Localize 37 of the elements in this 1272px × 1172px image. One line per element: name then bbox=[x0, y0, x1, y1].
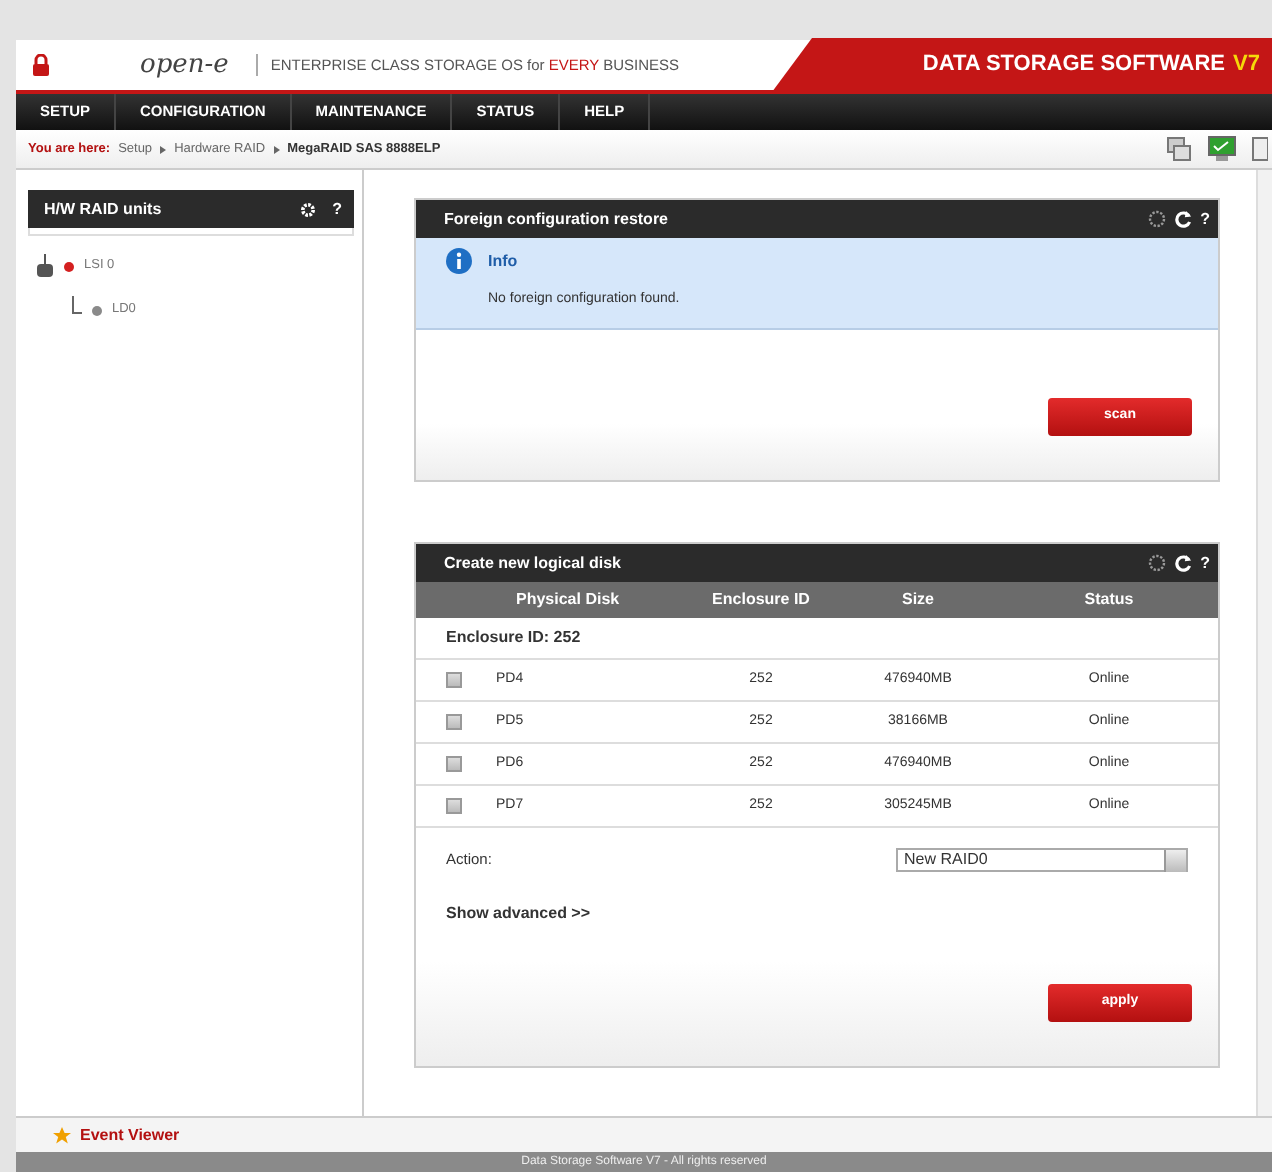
version-label: V7 bbox=[1233, 50, 1260, 81]
settings-icon[interactable] bbox=[300, 201, 317, 217]
event-viewer-link[interactable]: Event Viewer bbox=[80, 1123, 180, 1147]
refresh-icon[interactable] bbox=[1174, 210, 1193, 228]
lock-icon bbox=[32, 54, 50, 76]
scrollbar[interactable] bbox=[1256, 170, 1272, 1116]
refresh-icon[interactable] bbox=[1174, 554, 1193, 572]
tree-connector-icon bbox=[72, 295, 82, 313]
star-icon bbox=[52, 1125, 72, 1145]
separator-icon bbox=[273, 145, 280, 153]
logo: open-e bbox=[140, 47, 229, 84]
controller-icon bbox=[36, 254, 54, 278]
info-icon bbox=[446, 248, 472, 274]
checkbox[interactable] bbox=[446, 714, 462, 730]
checkbox[interactable] bbox=[446, 672, 462, 688]
separator-icon bbox=[160, 145, 167, 153]
column-header: Size bbox=[899, 588, 936, 612]
panel-title: Create new logical disk bbox=[444, 551, 621, 575]
spinner-icon[interactable] bbox=[1148, 554, 1167, 572]
help-icon[interactable]: ? bbox=[332, 197, 342, 221]
group-label: Enclosure ID: 252 bbox=[446, 626, 581, 650]
product-title: DATA STORAGE SOFTWARE bbox=[922, 50, 1226, 81]
help-icon[interactable]: ? bbox=[1200, 210, 1210, 228]
column-header: Enclosure ID bbox=[710, 588, 812, 612]
spinner-icon[interactable] bbox=[1148, 210, 1167, 228]
monitor-icon[interactable] bbox=[1208, 136, 1236, 162]
column-header: Physical Disk bbox=[514, 588, 622, 612]
help-icon[interactable]: ? bbox=[1200, 554, 1210, 572]
panel-title: Foreign configuration restore bbox=[444, 207, 669, 231]
checkbox[interactable] bbox=[446, 798, 462, 814]
panel-title: H/W RAID units bbox=[44, 197, 162, 221]
info-title: Info bbox=[488, 250, 520, 274]
checkbox[interactable] bbox=[446, 756, 462, 772]
column-header: Status bbox=[1082, 588, 1136, 612]
document-icon[interactable] bbox=[1252, 136, 1268, 162]
show-advanced-link[interactable]: Show advanced >> bbox=[446, 904, 591, 922]
action-select[interactable]: New RAID0 bbox=[896, 848, 1188, 872]
